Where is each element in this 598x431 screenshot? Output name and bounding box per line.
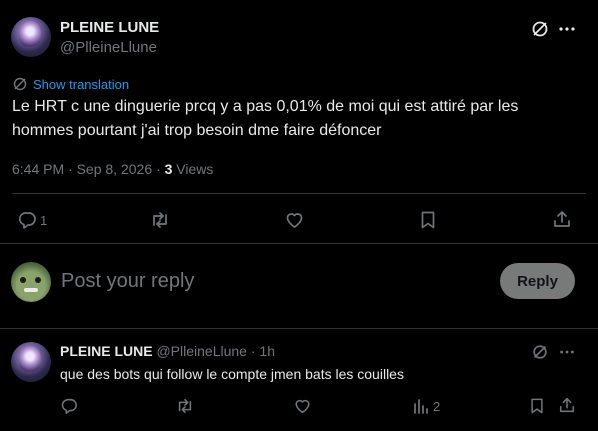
reply-count: 1 [40,212,48,228]
share-icon[interactable] [558,396,576,414]
divider [0,243,598,244]
views-action[interactable]: 2 [412,397,440,415]
show-translation-link[interactable]: Show translation [33,77,129,92]
repost-icon[interactable] [149,210,171,230]
tweet-time[interactable]: 6:44 PM [12,161,64,177]
author-handle[interactable]: @PlleineLlune [60,39,157,56]
like-icon[interactable] [284,210,305,230]
tweet-text-line-2: hommes pourtant j'ai trop besoin dme fai… [12,122,382,139]
author-avatar[interactable] [11,17,51,57]
bookmark-icon[interactable] [529,397,545,415]
repost-icon[interactable] [175,397,195,415]
analytics-icon [412,397,430,415]
reply-header: PLEINE LUNE @PlleineLlune · 1h [60,343,275,359]
reply-views-count: 2 [433,398,441,414]
reply-input[interactable]: Post your reply [61,270,194,293]
reply-author-display-name[interactable]: PLEINE LUNE [60,343,153,359]
divider [12,193,586,194]
reply-text: que des bots qui follow le compte jmen b… [60,366,404,382]
views-count: 3 [164,161,173,177]
tweet-date[interactable]: Sep 8, 2026 [77,161,153,177]
divider [0,328,598,329]
grok-icon[interactable] [531,343,549,361]
reply-author-handle[interactable]: @PlleineLlune [156,343,247,359]
translate-icon[interactable] [12,76,28,92]
reply-icon [17,210,37,230]
reply-time[interactable]: 1h [259,343,275,359]
tweet-text-line-1: Le HRT c une dinguerie prcq y a pas 0,01… [12,98,519,115]
like-icon[interactable] [293,397,312,415]
reply-icon[interactable] [60,397,78,415]
more-options-icon[interactable] [558,19,576,39]
share-icon[interactable] [552,209,572,229]
author-display-name[interactable]: PLEINE LUNE [60,19,159,36]
views-label: Views [176,161,214,177]
grok-icon[interactable] [530,19,550,39]
composer-avatar[interactable] [11,262,51,302]
tweet-meta: 6:44 PM · Sep 8, 2026 · 3 Views [12,161,214,177]
bookmark-icon[interactable] [419,210,437,230]
reply-button[interactable]: Reply [500,263,575,299]
reply-action[interactable]: 1 [17,210,47,230]
more-options-icon[interactable] [559,343,575,361]
reply-author-avatar[interactable] [11,342,51,382]
